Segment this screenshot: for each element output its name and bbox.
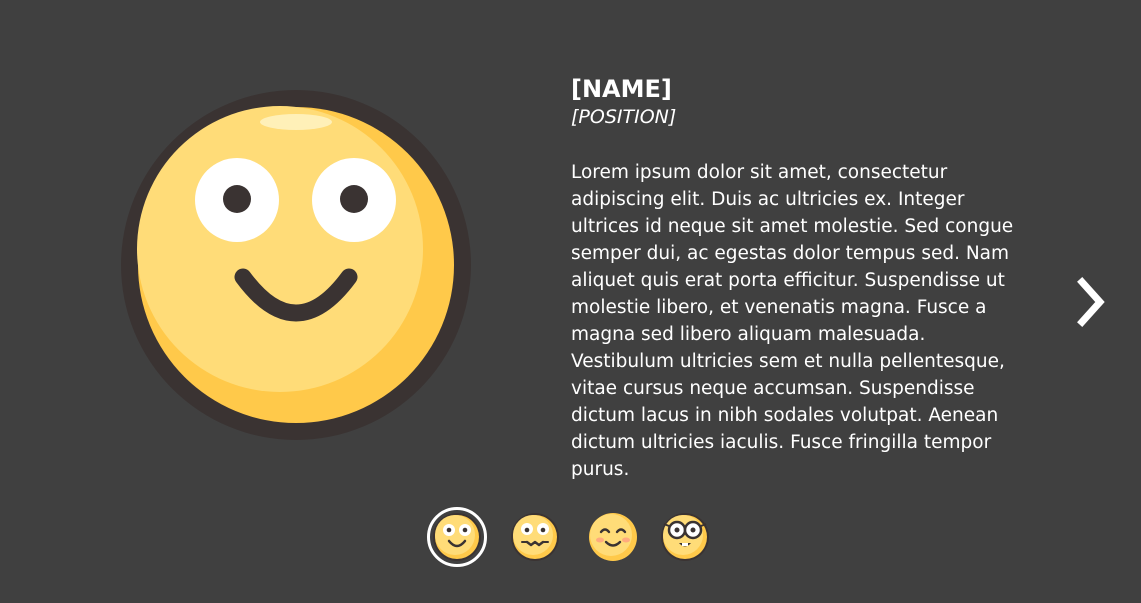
avatar <box>120 89 472 441</box>
profile-position: [POSITION] <box>571 106 677 128</box>
chevron-right-icon <box>1077 277 1105 327</box>
blushing-face-icon <box>511 513 559 561</box>
thumbnail-selector <box>0 507 1141 567</box>
next-button[interactable] <box>1070 272 1114 332</box>
thumbnail-4[interactable] <box>660 512 710 562</box>
smiling-face-icon <box>433 513 481 561</box>
smiling-face-icon <box>121 90 471 440</box>
thumbnail-2[interactable] <box>510 512 560 562</box>
profile-info: [NAME] [POSITION] Lorem ipsum dolor sit … <box>571 74 1031 483</box>
thumbnail-3[interactable] <box>588 512 638 562</box>
profile-bio: Lorem ipsum dolor sit amet, consectetur … <box>571 162 1014 480</box>
profile-name: [NAME] <box>571 75 672 103</box>
happy-closed-eyes-face-icon <box>589 513 637 561</box>
thumbnail-1[interactable] <box>427 507 487 567</box>
glasses-face-icon <box>661 513 709 561</box>
